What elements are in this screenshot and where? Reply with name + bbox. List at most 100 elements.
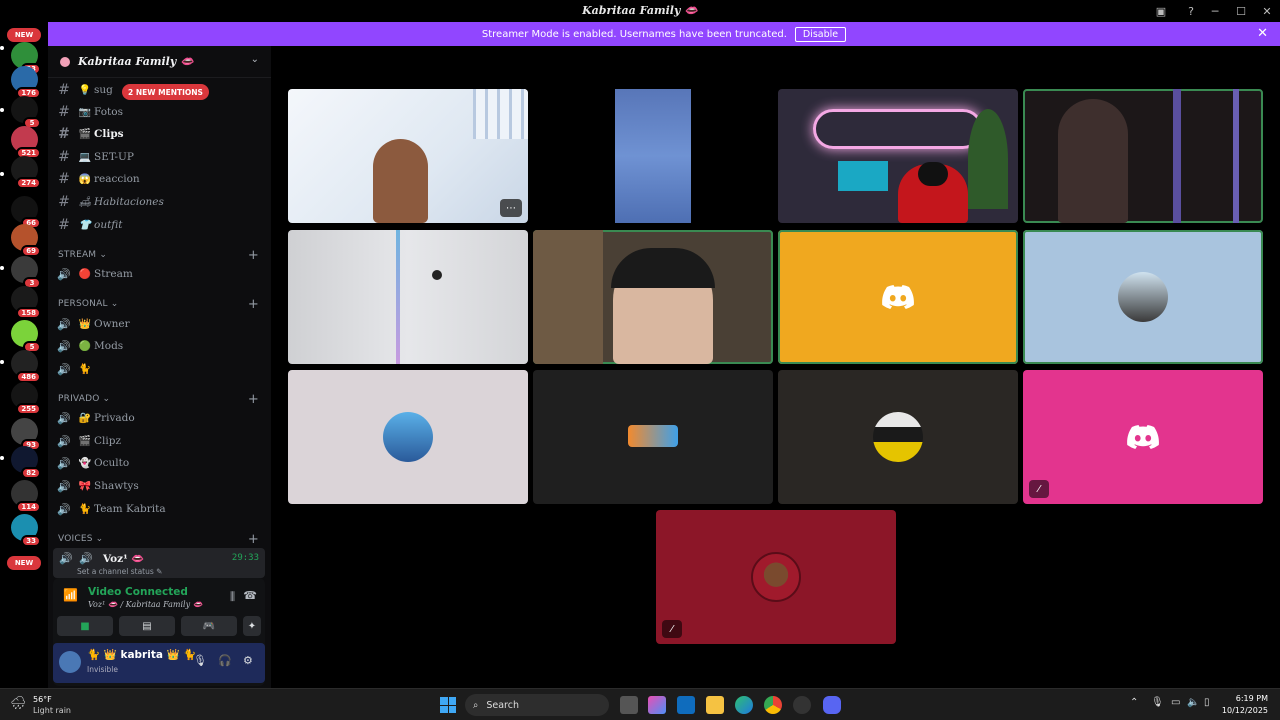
voice-channel[interactable]: 🔊 👑 Owner [54, 314, 264, 334]
app-icon[interactable] [793, 696, 811, 714]
text-channel[interactable]: # 👕 outfit [54, 215, 264, 235]
text-channel[interactable]: # 📷 Fotos [54, 102, 264, 122]
copilot-icon[interactable] [648, 696, 666, 714]
text-channel[interactable]: # 🛋 Habitaciones [54, 192, 264, 212]
server-icon[interactable]: 5 [11, 320, 41, 353]
outlook-icon[interactable] [677, 696, 695, 714]
disconnect-icon[interactable]: ☎ [243, 589, 257, 602]
gear-icon[interactable]: ⚙ [243, 654, 253, 667]
server-header[interactable]: Kabritaa Family 👄 ⌄ [48, 46, 271, 78]
video-tile[interactable] [533, 230, 773, 364]
volume-icon[interactable]: 🔈 [1187, 697, 1199, 708]
server-icon[interactable]: 176 [11, 66, 41, 99]
signal-icon[interactable]: 📶 [63, 588, 78, 602]
task-view-icon[interactable] [620, 696, 638, 714]
file-explorer-icon[interactable] [706, 696, 724, 714]
server-icon[interactable]: 114 [11, 480, 41, 513]
close-banner-icon[interactable]: ✕ [1257, 26, 1268, 41]
minimize-button[interactable]: ─ [1202, 0, 1228, 22]
server-icon[interactable]: 23 [11, 42, 41, 75]
participant-video [615, 89, 691, 223]
server-icon[interactable]: 66 [11, 196, 41, 229]
video-tile[interactable] [778, 89, 1018, 223]
video-tile[interactable] [1023, 89, 1263, 223]
server-icon[interactable]: 486 [11, 350, 41, 383]
server-icon[interactable]: 158 [11, 286, 41, 319]
noise-suppression-icon[interactable]: ⫼ [230, 590, 235, 604]
hash-icon: # [58, 171, 70, 187]
battery-icon[interactable]: ▯ [1204, 697, 1210, 708]
video-tile[interactable]: ⁄ [1023, 370, 1263, 504]
voice-channel[interactable]: 🔊 🔴 Stream [54, 264, 264, 284]
server-icon[interactable]: 255 [11, 382, 41, 415]
server-icon[interactable]: 93 [11, 418, 41, 451]
discord-taskbar-icon[interactable] [823, 696, 841, 714]
new-unreads-pill-top[interactable]: NEW [7, 28, 41, 42]
text-channel[interactable]: # 😱 reaccion [54, 169, 264, 189]
soundboard-button[interactable]: ✦ [243, 616, 261, 636]
microphone-tray-icon[interactable]: 🎙 [1151, 697, 1164, 708]
server-icon[interactable]: 3 [11, 256, 41, 289]
category-personal[interactable]: PERSONAL ⌄ + [58, 297, 263, 313]
video-tile[interactable]: ⁄ [656, 510, 896, 644]
server-icon[interactable]: 521 [11, 126, 41, 159]
video-tile[interactable]: ⋯ [288, 89, 528, 223]
server-icon[interactable]: 82 [11, 446, 41, 479]
add-channel-icon[interactable]: + [248, 297, 259, 312]
voice-channel[interactable]: 🔊 🎀 Shawtys [54, 476, 264, 496]
avatar[interactable] [59, 651, 81, 673]
voice-channel[interactable]: 🔊 👻 Oculto [54, 453, 264, 473]
category-privado[interactable]: PRIVADO ⌄ + [58, 392, 263, 408]
edge-icon[interactable] [735, 696, 753, 714]
username[interactable]: 🐈 👑 kabrita 👑 🐈 [87, 648, 196, 661]
video-tile[interactable] [288, 370, 528, 504]
inbox-icon[interactable]: ▣ [1150, 0, 1172, 22]
activity-button[interactable]: 🎮 [181, 616, 237, 636]
maximize-button[interactable]: ☐ [1228, 0, 1254, 22]
new-mentions-pill[interactable]: 2 NEW MENTIONS [122, 84, 209, 100]
text-channel[interactable]: # 🎬 Clips [54, 124, 264, 144]
video-tile[interactable] [533, 370, 773, 504]
add-channel-icon[interactable]: + [248, 532, 259, 547]
voice-channel[interactable]: 🔊 🐈 [54, 359, 264, 379]
video-tile[interactable] [1023, 230, 1263, 364]
text-channel[interactable]: # 💻 SET-UP [54, 147, 264, 167]
unread-pip [0, 172, 4, 176]
camera-button[interactable]: ■ [57, 616, 113, 636]
voice-channel[interactable]: 🔊 🟢 Mods [54, 336, 264, 356]
video-tile[interactable] [778, 370, 1018, 504]
server-icon[interactable]: 5 [11, 96, 41, 129]
chevron-up-icon[interactable]: ⌃ [1130, 697, 1138, 708]
active-voice-channel[interactable]: 🔊 🔊 Voz¹ 👄 29:33 Set a channel status ✎ [53, 548, 265, 578]
connected-speaker-icon: 🔊 [59, 552, 73, 565]
clock[interactable]: 6:19 PM 10/12/2025 [1222, 693, 1268, 717]
voice-channel[interactable]: 🔊 🔐 Privado [54, 408, 264, 428]
microphone-icon[interactable]: 🎙 [193, 654, 207, 667]
more-options-button[interactable]: ⋯ [500, 199, 522, 217]
headphones-icon[interactable]: 🎧 [218, 654, 232, 667]
taskbar-search[interactable]: ⌕ Search [465, 694, 609, 716]
add-channel-icon[interactable]: + [248, 392, 259, 407]
server-icon[interactable]: 69 [11, 224, 41, 257]
video-tile[interactable] [288, 230, 528, 364]
close-window-button[interactable]: ✕ [1254, 0, 1280, 22]
windows-start-icon[interactable] [440, 697, 456, 713]
disable-streamer-mode-button[interactable]: Disable [794, 26, 847, 42]
category-stream[interactable]: STREAM ⌄ + [58, 248, 263, 264]
chrome-icon[interactable] [764, 696, 782, 714]
banner-message: Streamer Mode is enabled. Usernames have… [481, 28, 787, 40]
channel-status[interactable]: Set a channel status ✎ [77, 567, 162, 576]
category-voices[interactable]: VOICES ⌄ + [58, 532, 263, 548]
help-icon[interactable]: ? [1180, 0, 1202, 22]
new-unreads-pill-bottom[interactable]: NEW [7, 556, 41, 570]
voice-channel[interactable]: 🔊 🐈 Team Kabrita [54, 499, 264, 519]
server-icon[interactable]: 33 [11, 514, 41, 547]
screen-share-button[interactable]: ▤ [119, 616, 175, 636]
voice-channel[interactable]: 🔊 🎬 Clipz [54, 431, 264, 451]
hash-icon: # [58, 104, 70, 120]
server-icon[interactable]: 274 [11, 156, 41, 189]
video-tile[interactable] [778, 230, 1018, 364]
network-icon[interactable]: ▭ [1171, 697, 1180, 708]
add-channel-icon[interactable]: + [248, 248, 259, 263]
video-tile[interactable] [533, 89, 773, 223]
